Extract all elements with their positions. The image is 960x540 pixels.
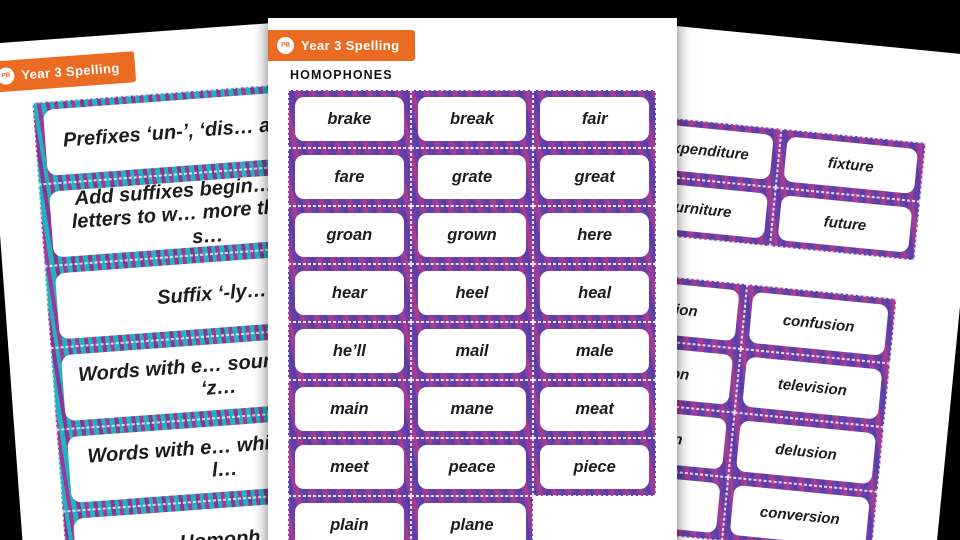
word-card: piece [540, 445, 649, 489]
word-card: heel [417, 271, 527, 315]
word-card: fair [540, 97, 649, 141]
word-cell[interactable]: male [533, 322, 656, 380]
year-level-badge-left[interactable]: PB Year 3 Spelling [0, 51, 136, 93]
word-cell[interactable]: great [533, 148, 656, 206]
word-cell[interactable]: peace [410, 438, 534, 496]
word-card: confusion [748, 291, 889, 356]
word-cell[interactable]: break [410, 90, 534, 148]
word-cell[interactable]: grate [410, 148, 534, 206]
word-card: break [417, 97, 527, 141]
word-cell-empty [533, 496, 656, 540]
word-cell[interactable]: fair [533, 90, 656, 148]
word-card: great [540, 155, 649, 199]
word-card: mane [417, 387, 527, 431]
word-card: here [540, 213, 649, 257]
word-card: meat [540, 387, 649, 431]
badge-label: Year 3 Spelling [301, 38, 400, 53]
word-cell[interactable]: grown [410, 206, 534, 264]
word-card: groan [295, 213, 404, 257]
worksheet-sheet-center[interactable]: HOMOPHONES brake break fair fare grate great g… [268, 18, 677, 540]
word-card: male [540, 329, 649, 373]
word-card: television [742, 356, 883, 420]
planbee-logo-icon: PB [0, 67, 16, 86]
word-card: delusion [735, 420, 877, 484]
word-card: future [777, 195, 913, 253]
word-cell[interactable]: meat [533, 380, 656, 438]
word-card: grown [417, 213, 527, 257]
word-cell[interactable]: piece [533, 438, 656, 496]
planbee-logo-text: PB [281, 41, 290, 49]
word-cell[interactable]: brake [288, 90, 411, 148]
word-card: meet [295, 445, 404, 489]
word-card: main [295, 387, 404, 431]
word-card: peace [417, 445, 527, 489]
word-cell[interactable]: heel [410, 264, 534, 322]
word-card: heal [540, 271, 649, 315]
word-card: he’ll [295, 329, 404, 373]
word-cell[interactable]: he’ll [288, 322, 411, 380]
word-cell[interactable]: groan [288, 206, 411, 264]
word-cell[interactable]: mail [410, 322, 534, 380]
word-card: plain [295, 503, 404, 540]
word-cell[interactable]: plain [288, 496, 411, 540]
word-card: plane [417, 503, 527, 540]
word-card: fare [295, 155, 404, 199]
word-card: fixture [783, 136, 919, 195]
word-cell[interactable]: plane [410, 496, 534, 540]
word-card: hear [295, 271, 404, 315]
word-cell[interactable]: here [533, 206, 656, 264]
homophones-word-grid: brake break fair fare grate great groan grown he… [288, 90, 656, 540]
screenshot-stage: Prefixes ‘un-’, ‘dis… and ‘re-’ Add suff… [0, 0, 960, 540]
badge-label: Year 3 Spelling [20, 60, 121, 83]
planbee-logo-text: PB [1, 72, 11, 80]
word-card [540, 503, 649, 540]
planbee-logo-icon: PB [277, 37, 294, 54]
year-level-badge-center[interactable]: PB Year 3 Spelling [268, 30, 415, 61]
word-cell[interactable]: fare [288, 148, 411, 206]
word-cell[interactable]: main [288, 380, 411, 438]
page-title: HOMOPHONES [290, 68, 393, 82]
word-card: brake [295, 97, 404, 141]
word-cell[interactable]: heal [533, 264, 656, 322]
word-cell[interactable]: meet [288, 438, 411, 496]
word-card: mail [417, 329, 527, 373]
word-card: conversion [729, 484, 870, 540]
word-cell[interactable]: hear [288, 264, 411, 322]
word-card: grate [417, 155, 527, 199]
word-cell[interactable]: mane [410, 380, 534, 438]
